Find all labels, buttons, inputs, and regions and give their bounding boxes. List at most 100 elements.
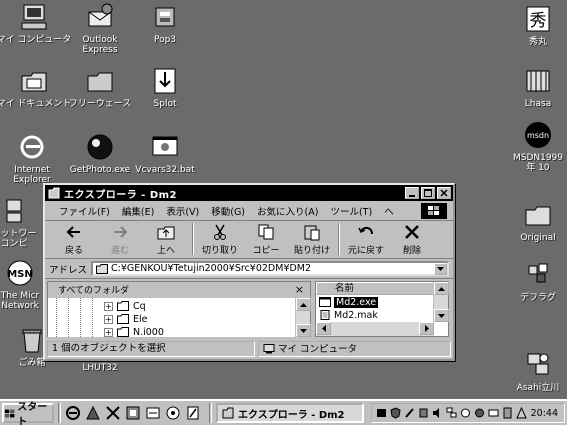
- tray-app-icon[interactable]: [418, 407, 429, 419]
- scroll-down-button[interactable]: [296, 324, 311, 337]
- clock[interactable]: 20:44: [531, 408, 558, 419]
- close-button[interactable]: [437, 187, 451, 199]
- tray-app-icon[interactable]: [488, 407, 499, 419]
- expand-icon[interactable]: +: [104, 314, 113, 324]
- tray-app-icon[interactable]: [502, 407, 513, 419]
- back-button[interactable]: 戻る: [51, 223, 97, 256]
- shield-icon[interactable]: [390, 407, 401, 419]
- start-button[interactable]: スタート: [2, 402, 54, 425]
- minimize-button[interactable]: [405, 187, 419, 199]
- maximize-button[interactable]: [421, 187, 435, 199]
- chevron-down-icon: [437, 266, 444, 271]
- network-tray-icon[interactable]: [446, 407, 457, 419]
- tray-app-icon[interactable]: [516, 407, 527, 419]
- chevron-up-icon: [300, 302, 307, 307]
- menu-tools[interactable]: ツール(T): [330, 204, 372, 218]
- my-computer-icon: [263, 344, 275, 354]
- address-label: アドレス: [49, 264, 88, 276]
- files-scrollbar[interactable]: [433, 282, 449, 322]
- title-bar[interactable]: エクスプローラ - Dm2: [45, 185, 453, 201]
- desktop-icon-internet-explorer[interactable]: Internet Explorer: [0, 132, 70, 185]
- menu-file[interactable]: ファイル(F): [59, 204, 110, 218]
- cut-label: 切り取り: [201, 246, 238, 256]
- edit-tool-icon[interactable]: [185, 405, 201, 421]
- address-input[interactable]: C:¥GENKOU¥Tetujin2000¥Src¥02DM¥DM2: [91, 261, 449, 276]
- channels-icon[interactable]: [125, 405, 141, 421]
- tray-app-icon[interactable]: [474, 407, 485, 419]
- desktop-icon-label: Lhasa: [524, 99, 552, 109]
- desktop-icon-splot[interactable]: Splot: [127, 66, 203, 109]
- files-horizontal-scrollbar[interactable]: [316, 322, 434, 336]
- scroll-up-button[interactable]: [296, 298, 311, 311]
- folder-icon: [117, 314, 129, 324]
- tray-app-icon[interactable]: [376, 407, 387, 419]
- desktop-icon-lhasa[interactable]: Lhasa: [500, 66, 567, 109]
- menu-edit[interactable]: 編集(E): [122, 204, 154, 218]
- menu-view[interactable]: 表示(V): [166, 204, 199, 218]
- forward-button[interactable]: 進む: [97, 223, 143, 256]
- expand-icon[interactable]: +: [104, 301, 113, 311]
- folders-scrollbar[interactable]: [295, 298, 311, 337]
- cut-button[interactable]: 切り取り: [197, 223, 243, 256]
- pen-icon[interactable]: [404, 407, 415, 419]
- status-selection: 1 個のオブジェクトを選択: [47, 341, 255, 357]
- file-item[interactable]: Md2.mak: [319, 309, 378, 321]
- copy-button[interactable]: コピー: [243, 223, 289, 256]
- windows-logo: [421, 203, 447, 219]
- menu-go[interactable]: 移動(G): [211, 204, 245, 218]
- hidemaru-icon: 秀: [526, 6, 550, 32]
- menu-favorites[interactable]: お気に入り(A): [257, 204, 318, 218]
- menu-help[interactable]: ヘ: [384, 204, 394, 218]
- internet-explorer-icon[interactable]: [65, 405, 81, 421]
- scroll-up-button[interactable]: [434, 282, 449, 295]
- task-button-explorer[interactable]: エクスプローラ - Dm2: [216, 403, 364, 423]
- desktop-icon-label: Splot: [153, 99, 177, 109]
- svg-text:msdn: msdn: [527, 131, 549, 140]
- tray-app-icon[interactable]: [460, 407, 471, 419]
- address-dropdown-button[interactable]: [434, 262, 447, 275]
- scroll-right-button[interactable]: [419, 322, 434, 335]
- file-name: Md2.mak: [334, 309, 378, 321]
- svg-text:秀: 秀: [530, 11, 547, 31]
- menu-bar: ファイル(F) 編集(E) 表示(V) 移動(G) お気に入り(A) ツール(T…: [45, 201, 453, 221]
- folder-icon: [117, 301, 129, 311]
- expand-icon[interactable]: +: [104, 327, 113, 337]
- up-button[interactable]: 上へ: [143, 223, 189, 256]
- getphoto-icon: [87, 134, 113, 160]
- folders-pane-close-button[interactable]: ×: [295, 283, 304, 296]
- up-label: 上へ: [156, 246, 175, 256]
- paste-button[interactable]: 貼り付け: [289, 223, 335, 256]
- undo-button[interactable]: 元に戻す: [343, 223, 389, 256]
- vcvars-icon: [152, 136, 178, 156]
- network-tool-icon[interactable]: [145, 405, 161, 421]
- paste-label: 貼り付け: [293, 246, 330, 256]
- desktop-icon-label: Internet Explorer: [13, 165, 51, 185]
- desktop-icon-defrag[interactable]: デフラグ: [500, 260, 567, 303]
- scroll-left-button[interactable]: [316, 322, 331, 335]
- tree-item[interactable]: + Cq: [104, 300, 146, 312]
- lhasa-icon: [526, 70, 550, 92]
- delete-button[interactable]: 削除: [389, 223, 435, 256]
- toolbar-separator: [192, 223, 194, 255]
- desktop-icon-pop3[interactable]: Pop3: [127, 2, 203, 45]
- delete-icon: [405, 225, 419, 239]
- msn-icon: MSN: [7, 260, 33, 286]
- quick-launch: [65, 405, 205, 421]
- desktop-icon-asahi[interactable]: Asahi立川: [500, 350, 567, 393]
- desktop-icon-hidemaru[interactable]: 秀 秀丸: [500, 4, 567, 47]
- desktop-icon-original[interactable]: Original: [500, 200, 567, 243]
- column-header-name[interactable]: 名前: [316, 282, 434, 295]
- file-item[interactable]: Md2.exe: [319, 296, 379, 308]
- volume-icon[interactable]: [432, 407, 443, 419]
- desktop-icon-label: 秀丸: [528, 37, 547, 47]
- tree-item[interactable]: + Ele: [104, 313, 148, 325]
- media-tool-icon[interactable]: [165, 405, 181, 421]
- scroll-down-button[interactable]: [434, 309, 449, 322]
- defrag-icon: [528, 263, 548, 283]
- chevron-down-icon: [438, 313, 445, 318]
- outlook-express-icon[interactable]: [85, 405, 101, 421]
- tree-item[interactable]: + N.i000: [104, 326, 164, 337]
- desktop-icon-vcvars[interactable]: Vcvars32.bat: [127, 132, 203, 175]
- desktop-icon-msdn[interactable]: msdn MSDN1999 年 10: [500, 120, 567, 173]
- show-desktop-icon[interactable]: [105, 405, 121, 421]
